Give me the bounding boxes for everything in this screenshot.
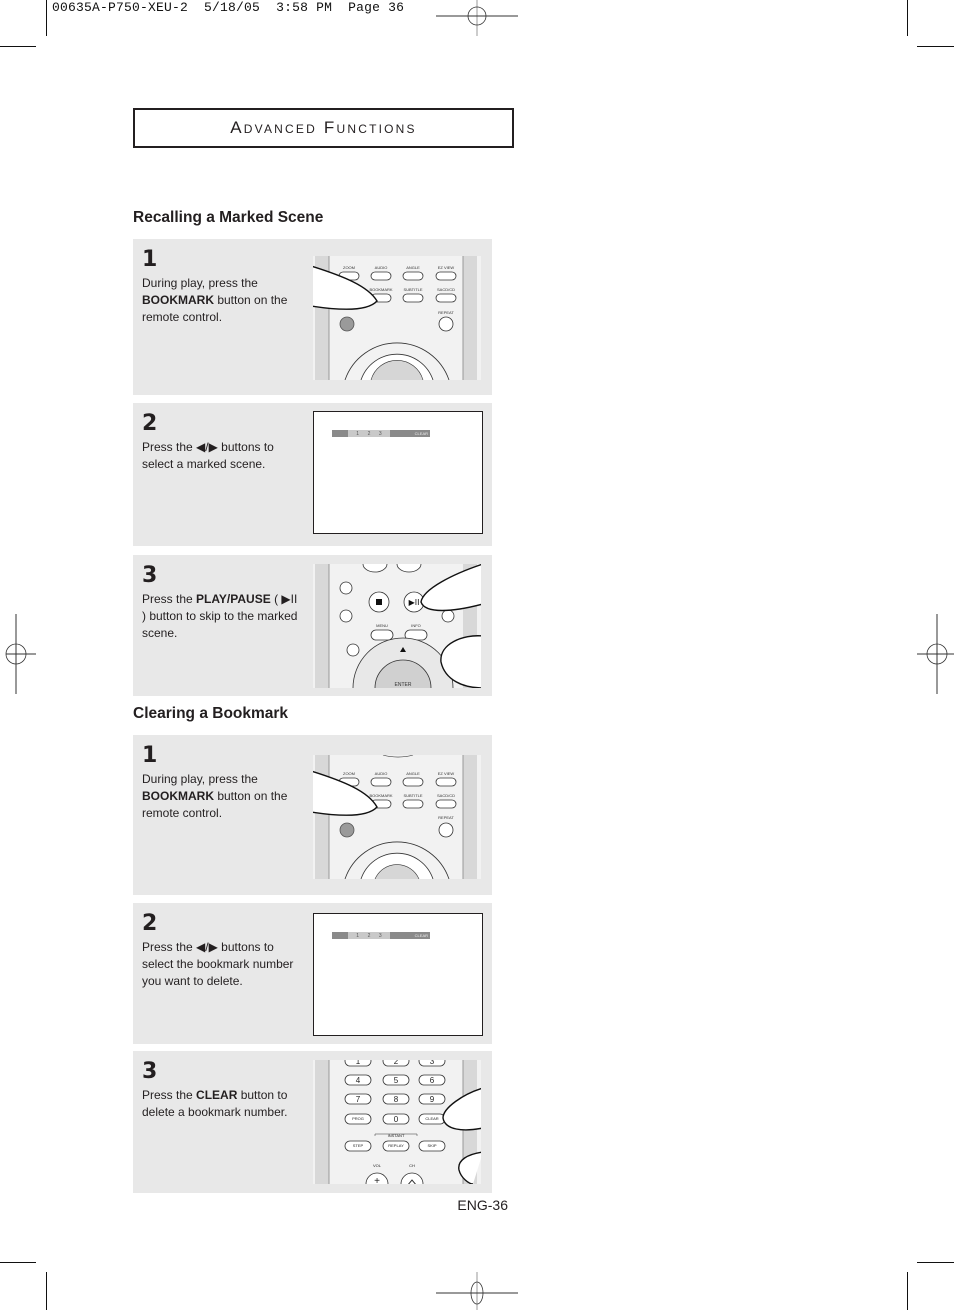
step-number: 3: [142, 563, 158, 588]
section-heading-recalling: Recalling a Marked Scene: [133, 209, 324, 226]
svg-text:ANGLE: ANGLE: [406, 265, 420, 270]
svg-text:ZOOM: ZOOM: [343, 265, 355, 270]
crop-mark: [0, 46, 36, 47]
svg-text:ZOOM: ZOOM: [343, 771, 355, 776]
button-name: CLEAR: [196, 1088, 238, 1102]
svg-text:SUBTITLE: SUBTITLE: [403, 793, 422, 798]
print-header: 00635A-P750-XEU-2 5/18/05 3:58 PM Page 3…: [52, 0, 404, 15]
button-name: BOOKMARK: [142, 789, 214, 803]
step-card-clear-2: 2 Press the ◀/▶ buttons to select the bo…: [133, 903, 492, 1044]
svg-text:CLEAR: CLEAR: [425, 1116, 438, 1121]
step-number: 2: [142, 411, 158, 436]
remote-bookmark-illustration: ZOOM AUDIO ANGLE EZ VIEW BOOKMARK SUBTITLE SA…: [313, 256, 481, 380]
bookmark-numbers: 123: [348, 932, 390, 939]
svg-text:5: 5: [394, 1076, 399, 1085]
remote-bookmark-illustration: ZOOM AUDIO ANGLE EZ VIEW BOOKMARK SUBTITLE SA…: [313, 755, 481, 879]
svg-text:BOOKMARK: BOOKMARK: [369, 287, 392, 292]
step-card-clear-1: 1 During play, press the BOOKMARK button…: [133, 735, 492, 895]
bookmark-icon: [332, 430, 348, 437]
section-heading-clearing: Clearing a Bookmark: [133, 705, 289, 722]
step-instruction: Press the PLAY/PAUSE ( ▶II ) button to s…: [142, 592, 298, 640]
crop-mark: [917, 1262, 954, 1263]
registration-mark-bottom: [436, 1272, 518, 1310]
svg-text:EZ VIEW: EZ VIEW: [438, 265, 455, 270]
svg-text:REPLAY: REPLAY: [388, 1143, 404, 1148]
osd-clear-label: CLEAR: [390, 430, 430, 437]
bookmark-osd-bar: 123 CLEAR: [332, 932, 430, 939]
svg-text:SACD/CD: SACD/CD: [437, 793, 455, 798]
print-time: 3:58 PM: [276, 0, 333, 15]
tv-screen-illustration: 123 CLEAR: [313, 411, 483, 534]
osd-clear-label: CLEAR: [390, 932, 430, 939]
bookmark-icon: [332, 932, 348, 939]
step-card-clear-3: 3 Press the CLEAR button to delete a boo…: [133, 1051, 492, 1193]
print-page: Page 36: [348, 0, 405, 15]
step-instruction: During play, press the BOOKMARK button o…: [142, 772, 288, 820]
svg-text:1: 1: [356, 1060, 361, 1066]
step-instruction: Press the CLEAR button to delete a bookm…: [142, 1088, 288, 1119]
svg-text:+: +: [374, 1176, 380, 1184]
svg-text:6: 6: [430, 1076, 435, 1085]
svg-text:STEP: STEP: [353, 1143, 364, 1148]
step-card-recall-1: 1 During play, press the BOOKMARK button…: [133, 239, 492, 395]
step-number: 2: [142, 911, 158, 936]
svg-text:ENTER: ENTER: [395, 682, 412, 688]
svg-text:EZ VIEW: EZ VIEW: [438, 771, 455, 776]
svg-text:CH: CH: [409, 1163, 415, 1168]
step-number: 3: [142, 1059, 158, 1084]
step-instruction: During play, press the BOOKMARK button o…: [142, 276, 288, 324]
svg-text:8: 8: [394, 1095, 399, 1104]
step-number: 1: [142, 247, 158, 272]
print-date: 5/18/05: [204, 0, 261, 15]
tv-screen-illustration: 123 CLEAR: [313, 913, 483, 1036]
step-card-recall-3: 3 Press the PLAY/PAUSE ( ▶II ) button to…: [133, 555, 492, 696]
registration-mark-right: [917, 614, 954, 694]
svg-text:ANGLE: ANGLE: [406, 771, 420, 776]
crop-mark: [46, 1272, 47, 1310]
bookmark-osd-bar: 123 CLEAR: [332, 430, 430, 437]
svg-text:7: 7: [356, 1095, 361, 1104]
svg-text:MENU: MENU: [376, 623, 388, 628]
svg-text:▶II: ▶II: [409, 598, 420, 607]
print-job: 00635A-P750-XEU-2: [52, 0, 189, 15]
crop-mark: [917, 46, 954, 47]
svg-text:9: 9: [430, 1095, 435, 1104]
remote-play-pause-illustration: ▶II MENU INFO ENTER: [313, 564, 481, 688]
svg-text:AUDIO: AUDIO: [375, 265, 388, 270]
svg-text:SKIP: SKIP: [427, 1143, 436, 1148]
svg-text:REPEAT: REPEAT: [438, 310, 454, 315]
crop-mark: [0, 1262, 36, 1263]
page-number: ENG-36: [457, 1197, 508, 1213]
remote-clear-illustration: 123 456 789 0 PROG CLEAR INSTANT STEP REPL…: [313, 1060, 481, 1184]
svg-text:SUBTITLE: SUBTITLE: [403, 287, 422, 292]
step-instruction: Press the ◀/▶ buttons to select the book…: [142, 940, 294, 988]
crop-mark: [46, 0, 47, 36]
svg-text:BOOKMARK: BOOKMARK: [369, 793, 392, 798]
svg-text:INFO: INFO: [411, 623, 421, 628]
svg-text:0: 0: [394, 1115, 399, 1124]
svg-text:PROG: PROG: [352, 1116, 364, 1121]
step-card-recall-2: 2 Press the ◀/▶ buttons to select a mark…: [133, 403, 492, 546]
svg-text:AUDIO: AUDIO: [375, 771, 388, 776]
page-title-box: Advanced Functions: [133, 108, 514, 148]
svg-text:SACD/CD: SACD/CD: [437, 287, 455, 292]
svg-text:2: 2: [394, 1060, 399, 1066]
svg-text:3: 3: [430, 1060, 435, 1066]
svg-text:4: 4: [356, 1076, 361, 1085]
registration-mark-top: [436, 0, 518, 36]
bookmark-numbers: 123: [348, 430, 390, 437]
page-title: Advanced Functions: [230, 118, 417, 137]
step-instruction: Press the ◀/▶ buttons to select a marked…: [142, 440, 274, 471]
crop-mark: [907, 0, 908, 36]
svg-text:VOL: VOL: [373, 1163, 382, 1168]
registration-mark-left: [5, 614, 36, 694]
svg-text:REPEAT: REPEAT: [438, 815, 454, 820]
crop-mark: [907, 1272, 908, 1310]
button-name: BOOKMARK: [142, 293, 214, 307]
step-number: 1: [142, 743, 158, 768]
button-name: PLAY/PAUSE: [196, 592, 271, 606]
